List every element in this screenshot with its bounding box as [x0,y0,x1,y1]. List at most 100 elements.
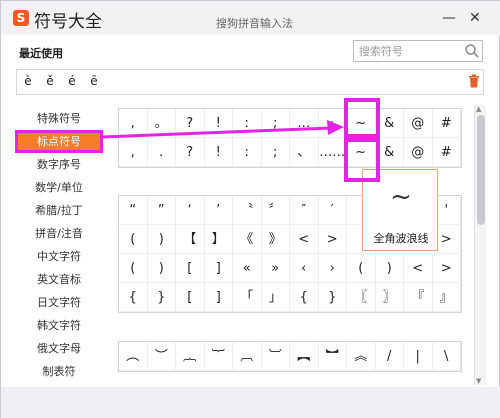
scroll-up-icon[interactable]: ▲ [476,105,481,113]
symbol-cell[interactable]: 〗 [375,283,404,312]
symbol-cell[interactable]: 《 [233,225,262,254]
symbol-cell[interactable]: ︺ [261,342,290,371]
sidebar-item-11[interactable]: 制表符 [15,360,103,383]
symbol-cell[interactable]: , [119,138,148,167]
sidebar-item-3[interactable]: 数学/单位 [15,176,103,199]
symbol-cell[interactable]: # [432,138,461,167]
category-sidebar: 特殊符号 标点符号 数字序号 数学/单位 希腊/拉丁 拼音/注音 中文字符 英文音标 日文字符韩… [15,107,103,383]
symbol-cell[interactable]: { [290,283,319,312]
symbol-cell[interactable]: ’ [204,196,233,225]
symbol-cell[interactable]: | [404,342,433,371]
symbol-cell[interactable]: ) [147,225,176,254]
symbol-cell[interactable]: ‹ [290,254,319,283]
symbol-cell[interactable]: ︼ [318,342,347,371]
recent-symbol[interactable]: è [17,70,39,94]
symbol-cell[interactable]: : [233,109,262,138]
symbol-cell[interactable]: 。 [147,109,176,138]
symbol-cell[interactable]: ︷ [176,342,205,371]
symbol-cell[interactable]: [ [176,283,205,312]
symbol-cell[interactable]: ︽ [347,342,376,371]
symbol-cell[interactable]: 「 [233,283,262,312]
symbol-cell[interactable]: ; [261,109,290,138]
symbol-cell[interactable]: ; [261,138,290,167]
symbol-cell[interactable]: , [119,109,148,138]
symbol-cell[interactable]: ( [119,225,148,254]
symbol-cell[interactable]: 」 [261,283,290,312]
symbol-cell[interactable]: 『 [404,283,433,312]
sidebar-item-1[interactable]: 标点符号 [15,130,103,153]
symbol-cell[interactable]: < [404,254,433,283]
symbol-cell[interactable]: ( [347,254,376,283]
minimize-button[interactable]: — [442,11,456,25]
symbol-cell[interactable]: ) [375,254,404,283]
symbol-cell[interactable]: 》 [261,225,290,254]
symbol-cell[interactable]: # [432,109,461,138]
symbol-cell[interactable]: ! [204,138,233,167]
symbol-cell[interactable]: 〝 [233,196,262,225]
symbol-cell[interactable]: « [233,254,262,283]
symbol-cell[interactable]: 、 [290,138,319,167]
recent-symbols: èěéē [16,69,484,95]
search-icon[interactable] [464,43,480,59]
symbol-cell[interactable]: / [375,342,404,371]
close-button[interactable]: ✕ [469,11,481,25]
symbol-cell[interactable]: ′ [318,196,347,225]
symbol-cell[interactable]: ︻ [290,342,319,371]
symbol-cell[interactable]: 〞 [261,196,290,225]
symbol-cell[interactable]: ″ [290,196,319,225]
symbol-cell[interactable]: ‘ [176,196,205,225]
symbol-cell[interactable]: > [432,254,461,283]
symbol-cell[interactable]: 〖 [347,283,376,312]
recent-symbol[interactable]: ě [39,70,61,94]
recent-symbol[interactable]: é [61,70,83,94]
sidebar-item-10[interactable]: 俄文字母 [15,337,103,360]
symbol-cell[interactable]: @ [404,138,433,167]
symbol-cell[interactable]: } [147,283,176,312]
symbol-cell[interactable]: > [318,225,347,254]
sidebar-item-7[interactable]: 英文音标 [15,268,103,291]
search-input[interactable] [359,43,459,59]
symbol-cell[interactable]: “ [119,196,148,225]
symbol-cell[interactable]: ? [176,138,205,167]
symbol-cell[interactable]: ] [204,254,233,283]
scrollbar[interactable]: ▲ ▼ [474,105,486,385]
symbol-cell[interactable]: \ [432,342,461,371]
symbol-cell[interactable]: … [290,109,319,138]
sidebar-item-8[interactable]: 日文字符 [15,291,103,314]
symbol-cell[interactable]: [ [176,254,205,283]
recent-symbol[interactable]: ē [83,70,105,94]
symbol-cell[interactable]: …… [318,138,347,167]
symbol-cell[interactable]: 【 [176,225,205,254]
symbol-cell[interactable]: ) [147,254,176,283]
symbol-cell[interactable]: › [318,254,347,283]
sidebar-item-6[interactable]: 中文字符 [15,245,103,268]
symbol-cell[interactable]: @ [404,109,433,138]
symbol-cell[interactable]: . [147,138,176,167]
symbol-cell[interactable]: ” [147,196,176,225]
symbol-cell[interactable]: ! [204,109,233,138]
symbol-cell[interactable]: ? [176,109,205,138]
sidebar-item-2[interactable]: 数字序号 [15,153,103,176]
symbol-cell[interactable]: ] [204,283,233,312]
scroll-down-icon[interactable]: ▼ [476,377,481,385]
symbol-cell[interactable]: ︹ [233,342,262,371]
symbol-cell[interactable]: ( [119,254,148,283]
symbol-cell[interactable]: ︸ [204,342,233,371]
symbol-cell[interactable]: { [119,283,148,312]
sidebar-item-4[interactable]: 希腊/拉丁 [15,199,103,222]
symbol-cell[interactable]: · [318,109,347,138]
symbol-cell[interactable]: 】 [204,225,233,254]
sidebar-item-5[interactable]: 拼音/注音 [15,222,103,245]
trash-icon[interactable] [468,74,480,88]
search-box[interactable] [353,40,483,62]
sidebar-item-9[interactable]: 韩文字符 [15,314,103,337]
symbol-cell[interactable]: ︵ [119,342,148,371]
sidebar-item-0[interactable]: 特殊符号 [15,107,103,130]
symbol-cell[interactable]: 』 [432,283,461,312]
symbol-cell[interactable]: : [233,138,262,167]
scroll-thumb[interactable] [477,115,485,225]
symbol-cell[interactable]: ︶ [147,342,176,371]
symbol-cell[interactable]: < [290,225,319,254]
symbol-cell[interactable]: » [261,254,290,283]
symbol-cell[interactable]: } [318,283,347,312]
